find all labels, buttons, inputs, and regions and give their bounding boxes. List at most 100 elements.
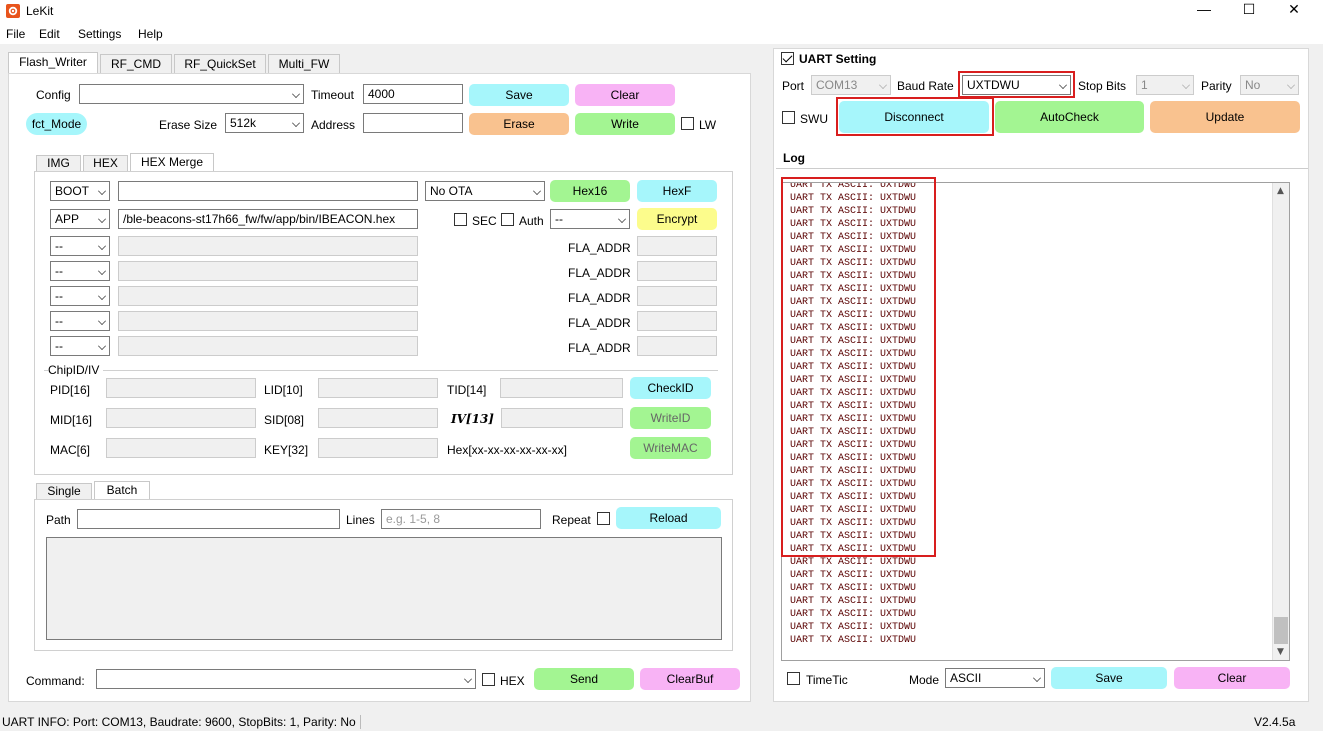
mode-label: Mode bbox=[909, 673, 940, 687]
ota-select[interactable]: No OTA bbox=[425, 181, 545, 201]
hexf-button[interactable]: HexF bbox=[637, 180, 717, 202]
mac-input bbox=[106, 438, 256, 458]
boot-path-input[interactable] bbox=[118, 181, 418, 201]
extra-select-2[interactable]: -- bbox=[50, 261, 110, 281]
log-line: UART TX ASCII: UXTDWU bbox=[790, 622, 917, 633]
scrollbar-thumb[interactable] bbox=[1274, 617, 1288, 644]
update-button[interactable]: Update bbox=[1150, 101, 1300, 133]
fct-mode-button[interactable]: fct_Mode bbox=[26, 113, 87, 135]
config-select[interactable] bbox=[79, 84, 304, 104]
save-button[interactable]: Save bbox=[469, 84, 569, 106]
tab-rf-quickset[interactable]: RF_QuickSet bbox=[174, 54, 266, 74]
boot-select[interactable]: BOOT bbox=[50, 181, 110, 201]
chevron-down-icon bbox=[464, 675, 472, 683]
tab-rf-cmd[interactable]: RF_CMD bbox=[100, 54, 172, 74]
writeid-button[interactable]: WriteID bbox=[630, 407, 711, 429]
lines-label: Lines bbox=[346, 513, 375, 527]
chevron-down-icon bbox=[1287, 81, 1295, 89]
title-bar: LeKit — ☐ ✕ bbox=[0, 0, 1323, 22]
encrypt-button[interactable]: Encrypt bbox=[637, 208, 717, 230]
extra-path-1 bbox=[118, 236, 418, 256]
repeat-checkbox[interactable] bbox=[597, 512, 610, 525]
extra-select-5[interactable]: -- bbox=[50, 336, 110, 356]
app-select[interactable]: APP bbox=[50, 209, 110, 229]
fla-addr-label-2: FLA_ADDR bbox=[568, 266, 631, 280]
log-save-button[interactable]: Save bbox=[1051, 667, 1167, 689]
log-scrollbar[interactable]: ▲ ▼ bbox=[1272, 183, 1289, 660]
minimize-button[interactable]: — bbox=[1182, 0, 1226, 22]
baud-rate-select[interactable]: UXTDWU bbox=[962, 75, 1071, 95]
tab-multi-fw[interactable]: Multi_FW bbox=[268, 54, 340, 74]
port-select[interactable]: COM13 bbox=[811, 75, 891, 95]
chevron-down-icon bbox=[618, 215, 626, 223]
autocheck-button[interactable]: AutoCheck bbox=[995, 101, 1144, 133]
auth-checkbox[interactable] bbox=[501, 213, 514, 226]
extra-select-1[interactable]: -- bbox=[50, 236, 110, 256]
extra-select-3[interactable]: -- bbox=[50, 286, 110, 306]
log-clear-button[interactable]: Clear bbox=[1174, 667, 1290, 689]
timetic-label: TimeTic bbox=[806, 673, 848, 687]
extra-select-4[interactable]: -- bbox=[50, 311, 110, 331]
reload-button[interactable]: Reload bbox=[616, 507, 721, 529]
menu-help[interactable]: Help bbox=[138, 27, 163, 41]
send-button[interactable]: Send bbox=[534, 668, 634, 690]
tab-flash-writer[interactable]: Flash_Writer bbox=[8, 52, 98, 74]
repeat-label: Repeat bbox=[552, 513, 591, 527]
pid-label: PID[16] bbox=[50, 383, 91, 397]
scroll-down-icon[interactable]: ▼ bbox=[1277, 647, 1284, 657]
log-title: Log bbox=[783, 151, 805, 165]
scroll-up-icon[interactable]: ▲ bbox=[1277, 186, 1284, 196]
hex-checkbox[interactable] bbox=[482, 673, 495, 686]
erase-button[interactable]: Erase bbox=[469, 113, 569, 135]
chevron-down-icon bbox=[533, 187, 541, 195]
mid-label: MID[16] bbox=[50, 413, 93, 427]
hex-label: HEX bbox=[500, 674, 525, 688]
uart-setting-checkbox[interactable] bbox=[781, 52, 794, 65]
menu-edit[interactable]: Edit bbox=[39, 27, 60, 41]
app-path-input[interactable]: /ble-beacons-st17h66_fw/fw/app/bin/IBEAC… bbox=[118, 209, 418, 229]
port-label: Port bbox=[782, 79, 805, 93]
maximize-button[interactable]: ☐ bbox=[1227, 0, 1271, 22]
batch-list-area[interactable] bbox=[46, 537, 722, 640]
checkid-button[interactable]: CheckID bbox=[630, 377, 711, 399]
write-button[interactable]: Write bbox=[575, 113, 675, 135]
mode-select[interactable]: ASCII bbox=[945, 668, 1045, 688]
command-input[interactable] bbox=[96, 669, 476, 689]
erase-size-select[interactable]: 512k bbox=[225, 113, 304, 133]
clear-button[interactable]: Clear bbox=[575, 84, 675, 106]
tab-single[interactable]: Single bbox=[36, 483, 92, 500]
close-button[interactable]: ✕ bbox=[1272, 0, 1316, 22]
fla-addr-label-5: FLA_ADDR bbox=[568, 341, 631, 355]
log-line: UART TX ASCII: UXTDWU bbox=[790, 635, 917, 646]
menu-file[interactable]: File bbox=[6, 27, 25, 41]
parity-select[interactable]: No bbox=[1240, 75, 1299, 95]
auth-select[interactable]: -- bbox=[550, 209, 630, 229]
tab-hex[interactable]: HEX bbox=[83, 155, 128, 172]
chevron-down-icon bbox=[292, 119, 300, 127]
tab-batch[interactable]: Batch bbox=[94, 481, 150, 500]
sid-input bbox=[318, 408, 438, 428]
swu-checkbox[interactable] bbox=[782, 111, 795, 124]
log-line: UART TX ASCII: UXTDWU bbox=[790, 570, 917, 581]
path-input[interactable] bbox=[77, 509, 340, 529]
timetic-checkbox[interactable] bbox=[787, 672, 800, 685]
stop-bits-select[interactable]: 1 bbox=[1136, 75, 1194, 95]
lines-input[interactable]: e.g. 1-5, 8 bbox=[381, 509, 541, 529]
menu-settings[interactable]: Settings bbox=[78, 27, 121, 41]
fla-addr-input-1 bbox=[637, 236, 717, 256]
extra-path-3 bbox=[118, 286, 418, 306]
tab-img[interactable]: IMG bbox=[36, 155, 81, 172]
timeout-label: Timeout bbox=[311, 88, 354, 102]
chevron-down-icon bbox=[292, 90, 300, 98]
sec-checkbox[interactable] bbox=[454, 213, 467, 226]
clearbuf-button[interactable]: ClearBuf bbox=[640, 668, 740, 690]
hex-format-label: Hex[xx-xx-xx-xx-xx-xx] bbox=[447, 443, 567, 457]
hex16-button[interactable]: Hex16 bbox=[550, 180, 630, 202]
lw-checkbox[interactable] bbox=[681, 117, 694, 130]
chipid-divider bbox=[44, 370, 718, 371]
timeout-input[interactable]: 4000 bbox=[363, 84, 463, 104]
writemac-button[interactable]: WriteMAC bbox=[630, 437, 711, 459]
tab-hex-merge[interactable]: HEX Merge bbox=[130, 153, 214, 172]
address-input[interactable] bbox=[363, 113, 463, 133]
version-text: V2.4.5a bbox=[1254, 715, 1296, 729]
